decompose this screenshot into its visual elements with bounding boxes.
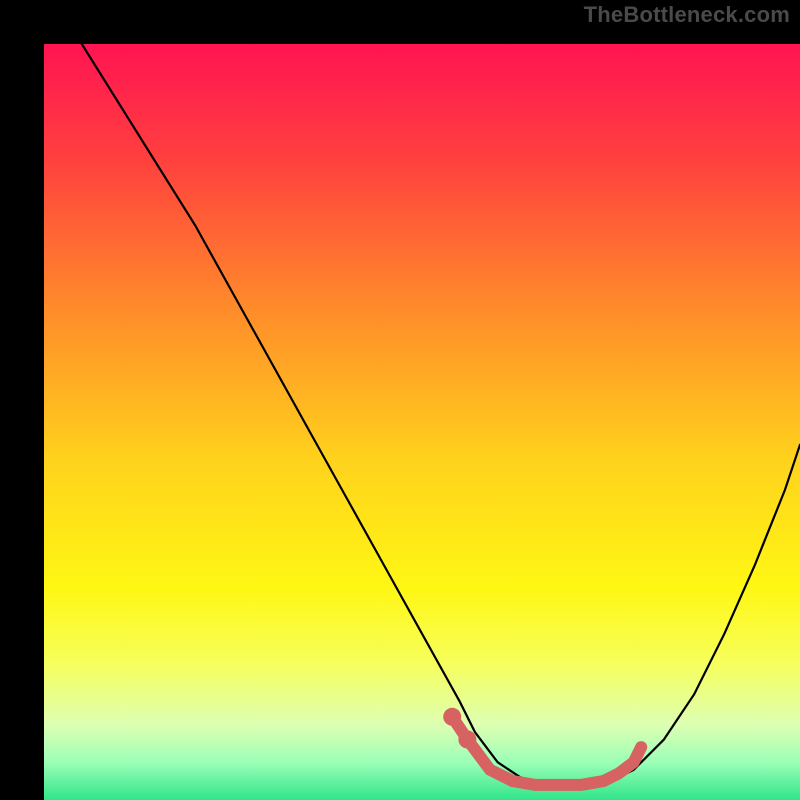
bottleneck-chart: [44, 44, 800, 800]
gradient-background: [44, 44, 800, 800]
chart-frame: [22, 22, 778, 778]
watermark-text: TheBottleneck.com: [584, 2, 790, 28]
highlight-dot: [458, 731, 476, 749]
plot-area: [44, 44, 800, 800]
highlight-dot: [443, 708, 461, 726]
